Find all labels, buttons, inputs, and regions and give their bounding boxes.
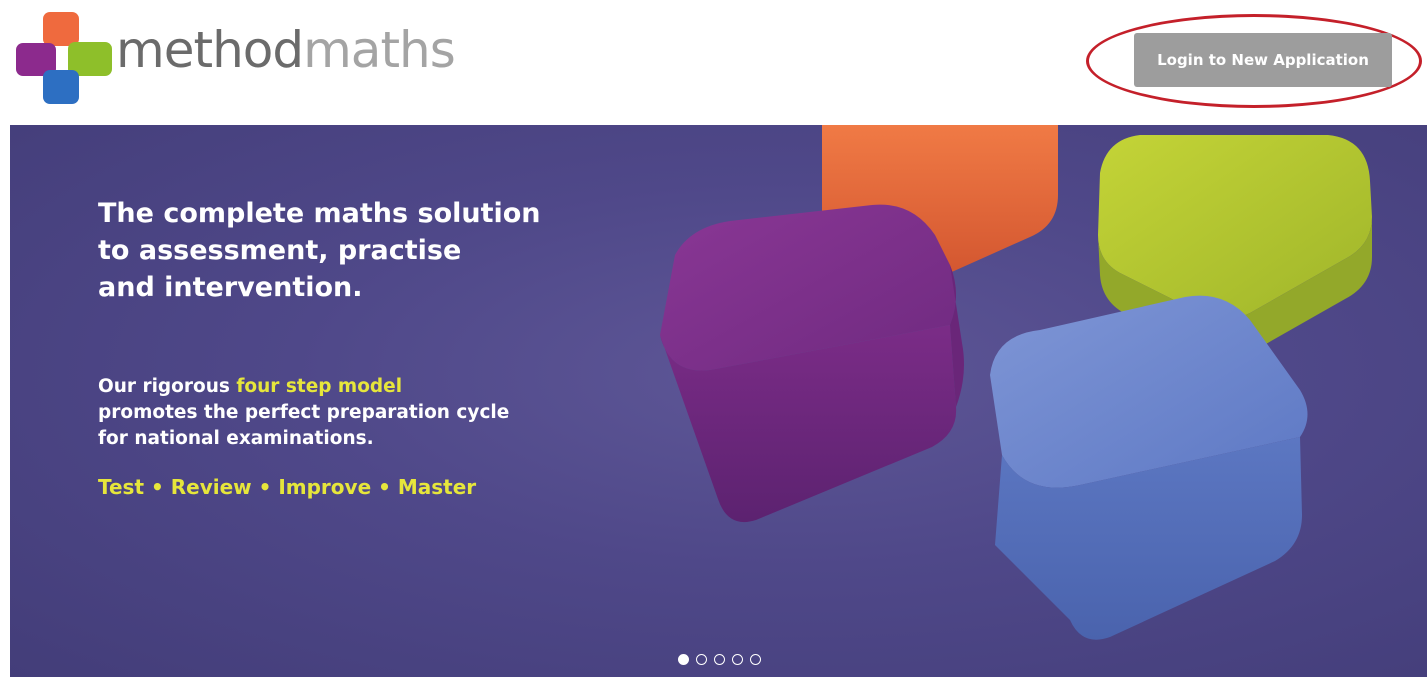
body-prefix: Our rigorous bbox=[98, 376, 237, 397]
cube-purple bbox=[660, 204, 964, 523]
carousel-dot-1[interactable] bbox=[678, 654, 689, 665]
logo-blue-square bbox=[43, 70, 79, 104]
carousel-dot-3[interactable] bbox=[714, 654, 725, 665]
site-header: methodmaths Login to New Application bbox=[0, 0, 1427, 125]
carousel-dot-4[interactable] bbox=[732, 654, 743, 665]
hero-steps-tagline: Test • Review • Improve • Master bbox=[98, 475, 477, 499]
body-line-2: promotes the perfect preparation cycle bbox=[98, 402, 510, 423]
body-line-3: for national examinations. bbox=[98, 428, 374, 449]
body-line-1: Our rigorous four step model bbox=[98, 374, 658, 400]
carousel-dot-2[interactable] bbox=[696, 654, 707, 665]
hero-text-block: The complete maths solution to assessmen… bbox=[98, 195, 658, 502]
hero-carousel-slide: The complete maths solution to assessmen… bbox=[10, 125, 1427, 677]
carousel-dot-5[interactable] bbox=[750, 654, 761, 665]
logo-orange-square bbox=[43, 12, 79, 46]
four-step-model-highlight: four step model bbox=[236, 376, 403, 397]
login-new-application-button[interactable]: Login to New Application bbox=[1134, 33, 1392, 87]
methodmaths-logo-icon bbox=[16, 12, 116, 107]
carousel-pagination bbox=[678, 654, 761, 665]
hero-headline: The complete maths solution to assessmen… bbox=[98, 195, 658, 306]
logo-wordmark: methodmaths bbox=[116, 20, 456, 80]
logo-word-maths: maths bbox=[303, 21, 456, 79]
headline-line-3: and intervention. bbox=[98, 272, 363, 303]
logo-word-method: method bbox=[116, 21, 304, 79]
hero-body-copy: Our rigorous four step model promotes th… bbox=[98, 374, 658, 452]
headline-line-1: The complete maths solution bbox=[98, 198, 541, 229]
methodmaths-logo[interactable]: methodmaths bbox=[16, 12, 476, 107]
cube-blue bbox=[990, 295, 1308, 640]
headline-line-2: to assessment, practise bbox=[98, 235, 462, 266]
login-area: Login to New Application bbox=[1086, 14, 1422, 108]
